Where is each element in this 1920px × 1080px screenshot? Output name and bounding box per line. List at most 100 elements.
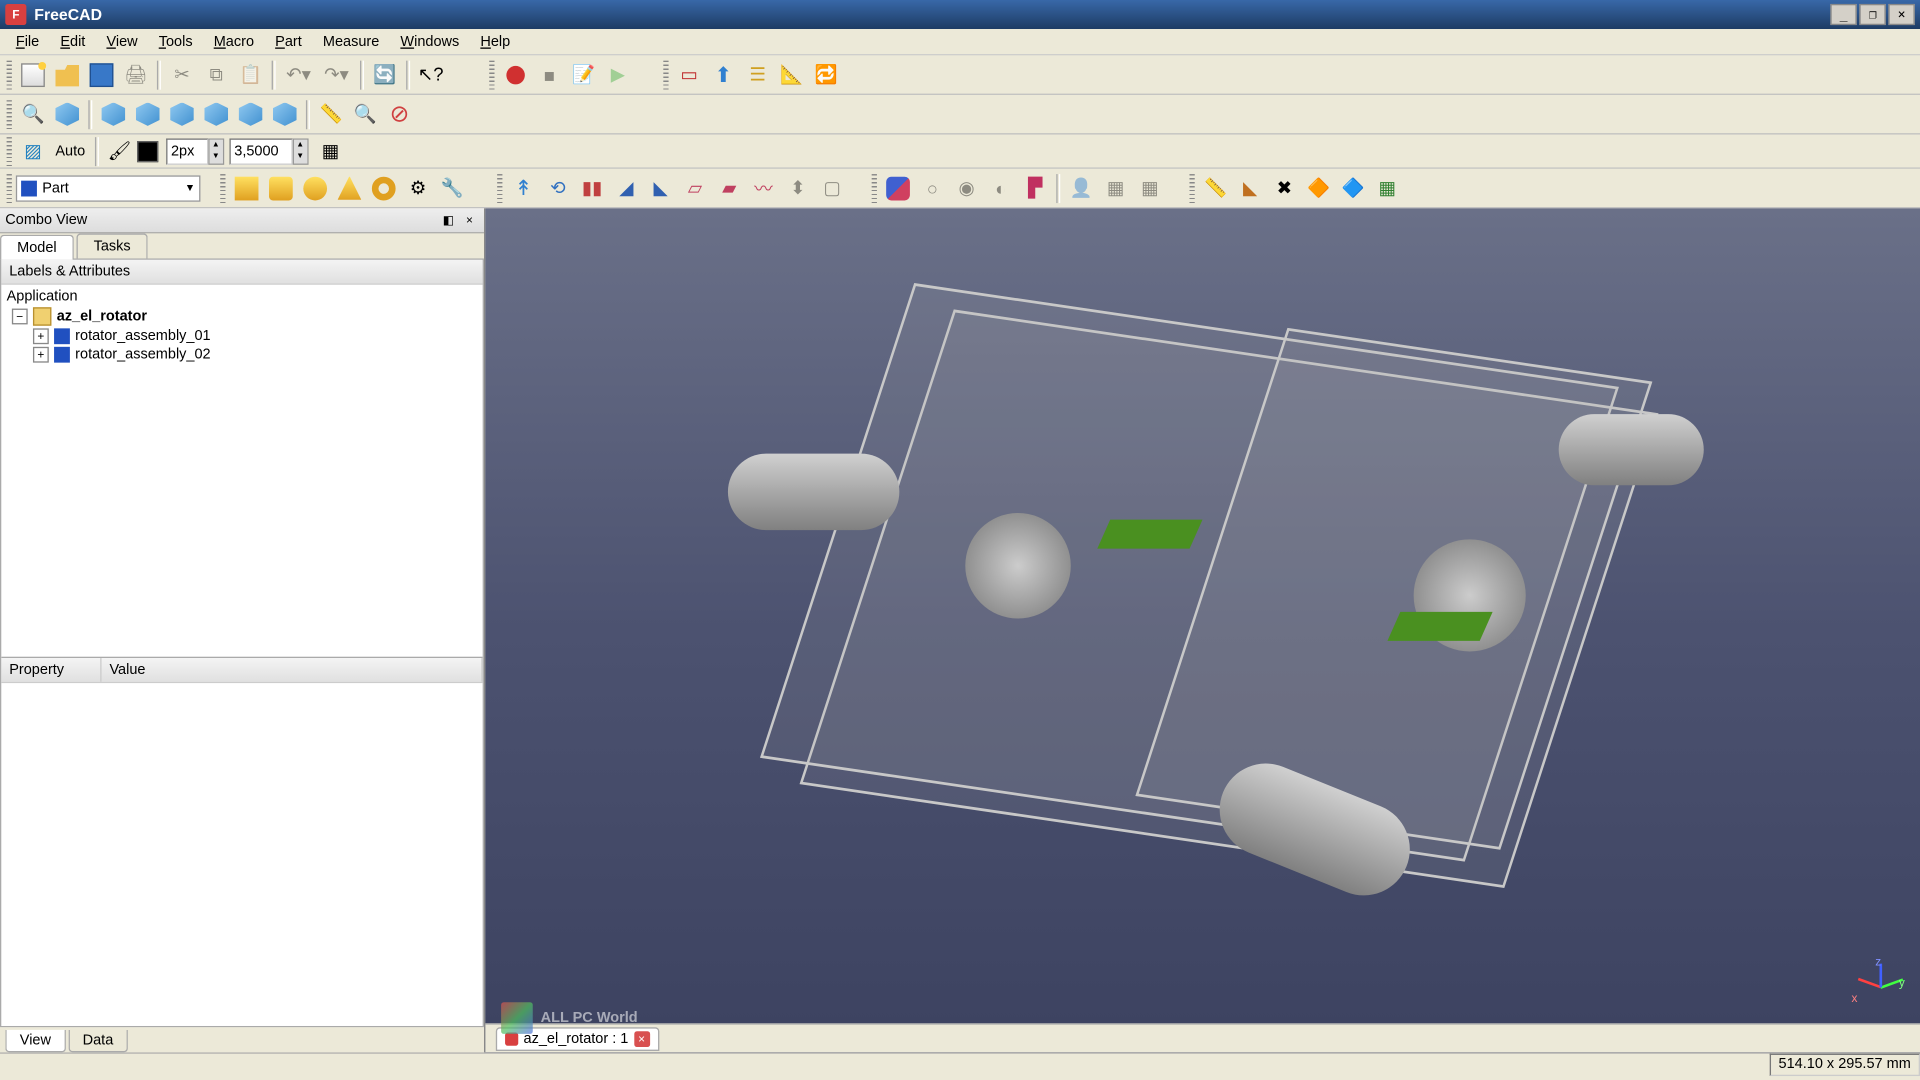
menu-help[interactable]: Help — [470, 31, 521, 52]
construction-mode-icon[interactable]: ▨ — [17, 135, 49, 167]
line-value-input[interactable]: 3,5000 — [229, 138, 292, 164]
tree-item[interactable]: + rotator_assembly_01 — [7, 327, 478, 345]
menu-file[interactable]: File — [5, 31, 50, 52]
cut-button[interactable]: ✂ — [166, 59, 198, 91]
menu-edit[interactable]: Edit — [50, 31, 96, 52]
workbench-selector[interactable]: Part ▼ — [16, 175, 201, 201]
top-view-button[interactable] — [132, 98, 164, 130]
minimize-button[interactable]: _ — [1830, 4, 1856, 25]
tab-tasks[interactable]: Tasks — [76, 233, 147, 258]
color-swatch[interactable] — [137, 140, 158, 161]
menu-tools[interactable]: Tools — [148, 31, 203, 52]
boolean-union-button[interactable]: ○ — [916, 172, 948, 204]
tab-model[interactable]: Model — [0, 235, 74, 260]
toggle-delta-button[interactable]: 🔷 — [1337, 172, 1369, 204]
torus-primitive-button[interactable] — [368, 172, 400, 204]
panel-close-button[interactable]: × — [460, 211, 478, 229]
print-button[interactable]: 🖨 — [120, 59, 152, 91]
part-icon — [54, 328, 70, 344]
menu-measure[interactable]: Measure — [312, 31, 390, 52]
measure-icon[interactable]: 📐 — [776, 59, 808, 91]
cone-primitive-button[interactable] — [334, 172, 366, 204]
box-primitive-button[interactable] — [231, 172, 263, 204]
refresh-button[interactable]: 🔄 — [369, 59, 401, 91]
tab-view[interactable]: View — [5, 1030, 65, 1052]
macro-edit-button[interactable]: 📝 — [568, 59, 600, 91]
macro-record-button[interactable] — [499, 59, 531, 91]
menu-windows[interactable]: Windows — [390, 31, 470, 52]
extrude-icon[interactable]: ⬆ — [708, 59, 740, 91]
3d-viewport[interactable]: ALL PC World z y — [485, 208, 1920, 1052]
undo-button[interactable]: ↶▾ — [281, 59, 316, 91]
open-button[interactable] — [51, 59, 83, 91]
drawing-button[interactable]: ▭ — [673, 59, 705, 91]
expander-icon[interactable]: + — [33, 328, 49, 344]
expander-icon[interactable]: + — [33, 347, 49, 363]
primitives-button[interactable]: ⚙ — [402, 172, 434, 204]
sync-icon[interactable]: 🔁 — [810, 59, 842, 91]
left-view-button[interactable] — [269, 98, 301, 130]
make-solid-button[interactable]: 👤 — [1066, 172, 1098, 204]
offset-button[interactable]: ⬍ — [782, 172, 814, 204]
model-tree[interactable]: Application − az_el_rotator + rotator_as… — [1, 285, 482, 657]
mirror-button[interactable]: ▮▮ — [576, 172, 608, 204]
line-width-spinner[interactable]: ▲▼ — [208, 138, 224, 164]
iso-view-button[interactable] — [51, 98, 83, 130]
menu-view[interactable]: View — [96, 31, 148, 52]
boolean-cut-button[interactable] — [882, 172, 914, 204]
sphere-primitive-button[interactable] — [299, 172, 331, 204]
shape-builder-button[interactable]: 🔧 — [436, 172, 468, 204]
line-width-input[interactable]: 2px — [166, 138, 208, 164]
bottom-view-button[interactable] — [235, 98, 267, 130]
clear-measure-button[interactable]: ✖ — [1269, 172, 1301, 204]
macro-stop-button[interactable]: ■ — [533, 59, 565, 91]
cylinder-primitive-button[interactable] — [265, 172, 297, 204]
boolean-intersect-button[interactable]: ◉ — [951, 172, 983, 204]
panel-float-button[interactable]: ◧ — [439, 211, 457, 229]
fillet-button[interactable]: ◢ — [611, 172, 643, 204]
expander-icon[interactable]: − — [12, 309, 28, 325]
close-button[interactable]: × — [1888, 4, 1914, 25]
apply-style-button[interactable]: ▦ — [315, 135, 347, 167]
menu-macro[interactable]: Macro — [203, 31, 264, 52]
zoom-button[interactable]: 🔍 — [349, 98, 381, 130]
whats-this-button[interactable]: ↖? — [415, 59, 447, 91]
revolve-button[interactable]: ⟲ — [542, 172, 574, 204]
no-entry-icon[interactable]: ⊘ — [384, 98, 416, 130]
right-view-button[interactable] — [166, 98, 198, 130]
menu-part[interactable]: Part — [265, 31, 313, 52]
rear-view-button[interactable] — [200, 98, 232, 130]
brush-icon[interactable]: 🖌 — [104, 135, 136, 167]
measure-angular-button[interactable]: ◣ — [1234, 172, 1266, 204]
copy-button[interactable]: ⧉ — [200, 59, 232, 91]
shape1-button[interactable]: ▦ — [1100, 172, 1132, 204]
chamfer-button[interactable]: ◣ — [645, 172, 677, 204]
macro-run-button[interactable]: ▶ — [602, 59, 634, 91]
line-value-spinner[interactable]: ▲▼ — [292, 138, 308, 164]
compound-button[interactable]: ▛ — [1019, 172, 1051, 204]
value-header[interactable]: Value — [102, 658, 483, 682]
tab-data[interactable]: Data — [68, 1030, 128, 1052]
new-button[interactable] — [17, 59, 49, 91]
thickness-button[interactable]: ▢ — [816, 172, 848, 204]
measure-linear-button[interactable]: 📏 — [1200, 172, 1232, 204]
paste-button[interactable]: 📋 — [235, 59, 267, 91]
tree-item[interactable]: + rotator_assembly_02 — [7, 345, 478, 363]
toggle-3d-button[interactable]: 🔶 — [1303, 172, 1335, 204]
ruled-surface-button[interactable]: ▱ — [679, 172, 711, 204]
tree-document[interactable]: − az_el_rotator — [7, 306, 478, 327]
property-header[interactable]: Property — [1, 658, 101, 682]
save-button[interactable] — [86, 59, 118, 91]
shape2-button[interactable]: ▦ — [1134, 172, 1166, 204]
layers-icon[interactable]: ☰ — [742, 59, 774, 91]
measure-distance-button[interactable]: 📏 — [315, 98, 347, 130]
boolean-section-button[interactable]: ◐ — [985, 172, 1017, 204]
extrude-button[interactable]: ↟ — [508, 172, 540, 204]
redo-button[interactable]: ↷▾ — [319, 59, 354, 91]
fit-all-button[interactable]: 🔍 — [17, 98, 49, 130]
sweep-button[interactable]: 〰 — [748, 172, 780, 204]
restore-button[interactable]: ❐ — [1859, 4, 1885, 25]
loft-button[interactable]: ▰ — [713, 172, 745, 204]
front-view-button[interactable] — [98, 98, 130, 130]
toggle-all-button[interactable]: ▦ — [1371, 172, 1403, 204]
